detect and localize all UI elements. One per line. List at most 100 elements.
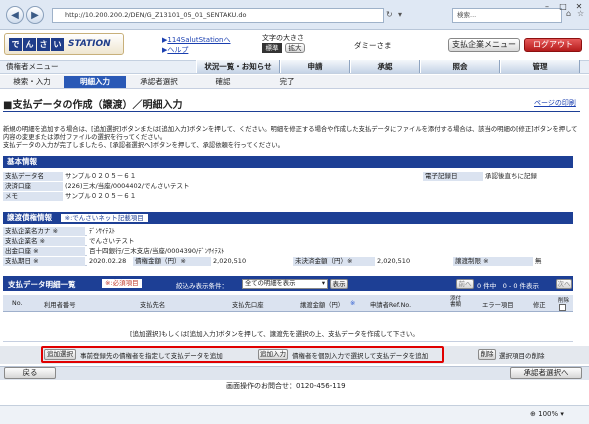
filter-select[interactable]: 全ての明細を表示 ▾ <box>242 279 328 289</box>
next-page-button[interactable]: 次へ <box>556 279 572 289</box>
logout-button[interactable]: ログアウト <box>524 38 582 52</box>
filter-show-button[interactable]: 表示 <box>330 279 348 289</box>
claim-amount-value: 2,020,510 <box>211 257 293 266</box>
col-payee-name: 支払先名 <box>140 302 166 309</box>
payer-kana-value: ﾃﾞﾝｻｲﾃｽﾄ <box>87 227 571 236</box>
font-size-label: 文字の大きさ <box>262 34 304 42</box>
densai-note-badge: ※:でんさいネット記載項目 <box>60 214 148 222</box>
withdraw-account-value: 百十四銀行/三木支店/当座/0004390/ﾃﾞﾝｻｲﾃｽﾄ <box>87 247 571 256</box>
payer-menu-button[interactable]: 支払企業メニュー <box>448 38 520 52</box>
settlement-account-label: 決済口座 <box>3 182 63 191</box>
add-select-button[interactable]: 追加選択 <box>44 349 76 360</box>
menu-title: 債権者メニュー <box>6 62 59 71</box>
due-date-label: 支払期日 ※ <box>3 257 85 266</box>
select-all-checkbox[interactable] <box>559 304 566 311</box>
back-button[interactable]: 戻る <box>4 367 56 379</box>
memo-value: サンプル０２０５－６１ <box>63 192 571 201</box>
print-link[interactable]: ページの印刷 <box>534 98 576 108</box>
add-input-button[interactable]: 追加入力 <box>258 349 288 360</box>
tab-application[interactable]: 申請 <box>280 60 350 73</box>
data-name-value: サンプル０２０５－６１ <box>63 172 423 181</box>
record-time-label: 電子記録日 <box>423 172 483 181</box>
page-title: ■支払データの作成（譲渡）／明細入力 <box>3 100 183 111</box>
col-edit: 修正 <box>533 302 546 309</box>
zoom-icon: ⊕ <box>530 410 536 418</box>
payer-kana-label: 支払企業名カナ ※ <box>3 227 85 236</box>
close-icon[interactable]: ✕ <box>572 2 586 12</box>
step-search: 検索・入力 <box>13 77 51 86</box>
transfer-restriction-label: 譲渡制限 ※ <box>453 257 533 266</box>
payer-name-label: 支払企業名 ※ <box>3 237 85 246</box>
title-divider <box>3 111 580 112</box>
footer-bar <box>0 366 589 380</box>
step-confirm: 確認 <box>215 77 231 86</box>
basic-row-account: 決済口座 (226)三木/当座/0004402/でんさいテスト <box>3 182 571 191</box>
basic-info-heading: 基本情報 <box>3 156 573 168</box>
delete-desc: 選択項目の削除 <box>499 352 545 360</box>
step-detail-input: 明細入力 <box>64 76 126 88</box>
record-time-value: 承認後直ちに記録 <box>483 172 571 181</box>
transfer-row-name: 支払企業名 ※ でんさいテスト <box>3 237 571 246</box>
claim-amount-label: 債権金額（円）※ <box>133 257 211 266</box>
memo-label: メモ <box>3 192 63 201</box>
tab-approval[interactable]: 承認 <box>350 60 420 73</box>
chevron-down-icon: ▾ <box>560 410 564 418</box>
withdraw-account-label: 出金口座 ※ <box>3 247 85 256</box>
salut-station-link[interactable]: ▶114SalutStationへ <box>162 35 231 45</box>
transfer-info-heading: 譲渡債権情報 ※:でんさいネット記載項目 <box>3 212 573 224</box>
unsettled-amount-value: 2,020,510 <box>375 257 453 266</box>
col-required-mark: ※ <box>350 300 356 307</box>
col-ref-no: 申請者Ref.No. <box>370 302 412 309</box>
maximize-icon[interactable]: □ <box>556 2 570 12</box>
detail-list-title: 支払データ明細一覧 <box>8 280 76 289</box>
transfer-row-amounts: 支払期日 ※ 2020.02.28 債権金額（円）※ 2,020,510 未決済… <box>3 257 571 266</box>
address-bar[interactable]: http://10.200.200.2/DEN/G_Z13101_05_01_S… <box>52 8 384 23</box>
data-name-label: 支払データ名 <box>3 172 63 181</box>
col-transfer-amount: 譲渡金額（円） <box>300 302 345 309</box>
col-attachment: 添付書類 <box>450 296 462 308</box>
basic-row-data-name: 支払データ名 サンプル０２０５－６１ 電子記録日 承認後直ちに記録 <box>3 172 571 181</box>
help-link[interactable]: ▶ヘルプ <box>162 45 188 55</box>
status-bar <box>0 405 589 424</box>
step-complete: 完了 <box>279 77 295 86</box>
delete-button[interactable]: 削除 <box>478 349 496 360</box>
user-name: ダミーさま <box>354 41 392 50</box>
basic-row-memo: メモ サンプル０２０５－６１ <box>3 192 571 201</box>
col-user-number: 利用者番号 <box>44 302 76 309</box>
chevron-down-icon: ▾ <box>321 280 325 287</box>
page-count: 0 件中 0 - 0 件表示 <box>477 282 540 290</box>
densai-logo: でんさい STATION <box>4 33 124 55</box>
payer-name-value: でんさいテスト <box>87 237 571 246</box>
contact-info: 画面操作のお問合せ：0120-456-119 <box>226 382 346 390</box>
settlement-account-value: (226)三木/当座/0004402/でんさいテスト <box>63 182 571 191</box>
refresh-icon[interactable]: ↻ <box>386 10 393 19</box>
back-arrow-icon[interactable]: ◀ <box>6 6 24 24</box>
filter-label: 絞込み表示条件： <box>176 282 228 290</box>
tab-inquiry[interactable]: 照会 <box>420 60 500 73</box>
prev-page-button[interactable]: 前へ <box>456 279 474 289</box>
add-input-desc: 債権者を個別入力で選択して支払データを追加 <box>292 352 429 360</box>
font-standard-button[interactable]: 標準 <box>262 43 282 53</box>
transfer-row-kana: 支払企業名カナ ※ ﾃﾞﾝｻｲﾃｽﾄ <box>3 227 571 236</box>
forward-arrow-icon[interactable]: ▶ <box>26 6 44 24</box>
tab-management[interactable]: 管理 <box>500 60 580 73</box>
transfer-row-account: 出金口座 ※ 百十四銀行/三木支店/当座/0004390/ﾃﾞﾝｻｲﾃｽﾄ <box>3 247 571 256</box>
minimize-icon[interactable]: – <box>540 2 554 12</box>
unsettled-amount-label: 未決済金額（円）※ <box>293 257 375 266</box>
font-large-button[interactable]: 拡大 <box>285 43 305 53</box>
due-date-value: 2020.02.28 <box>87 257 133 266</box>
instructions: 新規の明細を追加する場合は、[追加選択]ボタンまたは[追加入力]ボタンを押して、… <box>3 126 578 149</box>
step-approver: 承認者選択 <box>140 77 178 86</box>
add-select-desc: 事前登録先の債権者を指定して支払データを追加 <box>80 352 223 360</box>
col-error: エラー項目 <box>482 302 514 309</box>
col-delete: 削除 <box>558 298 570 304</box>
dropdown-icon[interactable]: ▾ <box>398 10 402 19</box>
empty-message: [追加選択]もしくは[追加入力]ボタンを押して、譲渡先を選択の上、支払データを作… <box>130 330 419 338</box>
col-no: No. <box>12 300 23 307</box>
tab-status-list[interactable]: 状況一覧・お知らせ <box>196 60 280 73</box>
zoom-level[interactable]: ⊕ 100% ▾ <box>530 410 564 418</box>
required-badge: ※:必須項目 <box>102 279 142 288</box>
to-approver-button[interactable]: 承認者選択へ <box>510 367 582 379</box>
col-payee-account: 支払先口座 <box>232 302 264 309</box>
transfer-restriction-value: 無 <box>533 257 571 266</box>
